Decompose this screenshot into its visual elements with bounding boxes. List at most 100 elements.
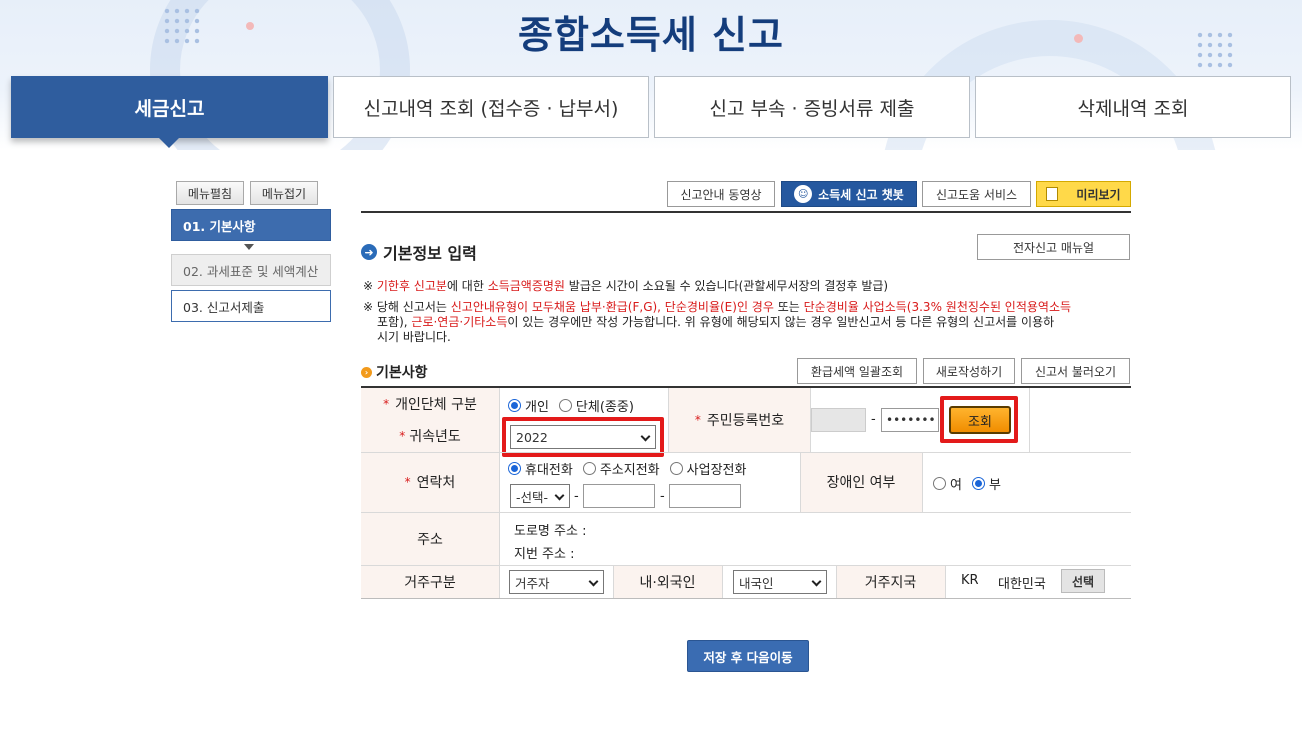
new-form-button[interactable]: 새로작성하기 xyxy=(923,358,1015,384)
rrn-label: 주민등록번호 xyxy=(706,413,785,429)
lot-address: 지번 주소 : xyxy=(514,547,575,562)
radio-selected-icon xyxy=(508,461,521,475)
country-label-cell: 거주지국 xyxy=(836,565,945,598)
residence-select[interactable]: 거주자 xyxy=(509,570,604,594)
chatbot-label: 소득세 신고 챗봇 xyxy=(818,187,904,202)
disabled-option-yes[interactable]: 여 xyxy=(933,474,962,493)
help-service-button[interactable]: 신고도움 서비스 xyxy=(922,181,1031,207)
guide-video-button[interactable]: 신고안내 동영상 xyxy=(667,181,775,207)
option-label: 개인 xyxy=(525,399,549,415)
disabled-label-cell: 장애인 여부 xyxy=(800,452,922,512)
address-label: 주소 xyxy=(417,531,443,548)
notice-highlight: 기한후 신고분 xyxy=(376,279,447,293)
required-mark: * xyxy=(694,413,701,427)
contact-option-business[interactable]: 사업장전화 xyxy=(669,459,747,478)
rrn-back-input[interactable]: ••••••• xyxy=(881,408,939,432)
residence-label-cell: 거주구분 xyxy=(361,565,499,598)
step-submit[interactable]: 03. 신고서제출 xyxy=(171,290,331,322)
radio-selected-icon xyxy=(508,398,521,412)
document-icon xyxy=(1046,187,1059,201)
type-label: 개인단체 구분 xyxy=(395,397,477,413)
menu-collapse-button[interactable]: 메뉴접기 xyxy=(250,181,318,205)
notice-text: ※ xyxy=(363,279,377,293)
tab-tax-filing[interactable]: 세금신고 xyxy=(11,76,328,138)
notice-eligibility: ※ 당해 신고서는 신고안내유형이 모두채움 납부·환급(F,G), 단순경비율… xyxy=(363,300,1133,345)
chevron-down-icon xyxy=(554,490,565,501)
preview-button[interactable]: 미리보기 xyxy=(1036,181,1131,207)
col-divider xyxy=(499,388,500,598)
option-label: 휴대전화 xyxy=(525,462,573,478)
step-basic-info[interactable]: 01. 기본사항 xyxy=(171,209,331,241)
notice-highlight: (3.3% 원천징수된 인적용역소득 xyxy=(906,300,1072,314)
residence-label: 거주구분 xyxy=(404,574,456,591)
col-divider xyxy=(945,565,946,598)
phone-middle-input[interactable] xyxy=(583,484,655,508)
rrn-dash: - xyxy=(871,412,876,427)
year-label-cell: * 귀속년도 xyxy=(361,420,499,452)
tab-filing-history[interactable]: 신고내역 조회 (접수증 · 납부서) xyxy=(333,76,649,138)
option-label: 부 xyxy=(988,477,1001,493)
active-tab-pointer xyxy=(159,138,179,148)
highlight-box xyxy=(502,417,664,457)
save-next-button[interactable]: 저장 후 다음이동 xyxy=(687,640,809,672)
bullet-icon: › xyxy=(361,366,372,378)
country-select-button[interactable]: 선택 xyxy=(1061,569,1105,593)
col-divider xyxy=(836,565,837,598)
phone-dash: - xyxy=(660,489,665,504)
phone-last-input[interactable] xyxy=(669,484,741,508)
nationality-select[interactable]: 내국인 xyxy=(733,570,827,594)
section-title: 기본정보 입력 xyxy=(383,244,477,263)
chatbot-button[interactable]: ☺ 소득세 신고 챗봇 xyxy=(781,181,917,207)
type-radio-group: 개인 단체(종중) xyxy=(508,396,644,415)
menu-expand-button[interactable]: 메뉴펼침 xyxy=(176,181,244,205)
rrn-label-cell: * 주민등록번호 xyxy=(669,388,810,452)
notice-text: 또는 xyxy=(773,300,804,314)
contact-option-home[interactable]: 주소지전화 xyxy=(582,459,660,478)
basic-heading: › 기본사항 xyxy=(361,362,428,382)
contact-label: 연락처 xyxy=(416,475,456,491)
phone-prefix-select[interactable]: -선택- xyxy=(510,484,570,508)
country-name: 대한민국 xyxy=(998,577,1046,592)
rrn-front-input[interactable] xyxy=(811,408,866,432)
tab-attachments[interactable]: 신고 부속 · 증빙서류 제출 xyxy=(654,76,970,138)
residence-value: 거주자 xyxy=(515,575,550,591)
step-tax-calculation[interactable]: 02. 과세표준 및 세액계산 xyxy=(171,254,331,286)
e-filing-manual-button[interactable]: 전자신고 매뉴얼 xyxy=(977,234,1130,260)
col-divider xyxy=(1029,388,1030,452)
type-option-group[interactable]: 단체(종중) xyxy=(558,396,634,415)
notice-highlight: 신고안내유형이 모두채움 납부·환급(F,G), 단순경비율(E)인 경우 xyxy=(450,300,774,314)
section-heading: ➜ 기본정보 입력 xyxy=(361,240,477,264)
row-divider xyxy=(361,565,1131,566)
year-label: 귀속년도 xyxy=(409,429,461,445)
option-label: 여 xyxy=(950,477,962,493)
disabled-label: 장애인 여부 xyxy=(826,475,896,491)
option-label: 사업장전화 xyxy=(686,462,747,478)
notice-text: 시기 바랍니다. xyxy=(377,330,451,344)
contact-option-mobile[interactable]: 휴대전화 xyxy=(508,459,573,478)
notice-text: ※ 당해 신고서는 xyxy=(363,300,451,314)
tab-deleted-history[interactable]: 삭제내역 조회 xyxy=(975,76,1291,138)
chatbot-icon: ☺ xyxy=(794,185,813,203)
type-label-cell: * 개인단체 구분 xyxy=(361,388,499,420)
step-arrow-icon xyxy=(244,244,254,250)
type-option-individual[interactable]: 개인 xyxy=(508,396,549,415)
col-divider xyxy=(668,388,669,452)
country-code: KR xyxy=(961,573,979,588)
radio-icon xyxy=(558,398,572,412)
nationality-label-cell: 내·외국인 xyxy=(613,565,722,598)
notice-text: 이 있는 경우에만 작성 가능합니다. 위 유형에 해당되지 않는 경우 일반신… xyxy=(507,315,1055,329)
col-divider xyxy=(722,565,723,598)
load-form-button[interactable]: 신고서 불러오기 xyxy=(1021,358,1130,384)
notice-highlight: 근로·연금·기타소득 xyxy=(411,315,508,329)
arrow-circle-icon: ➜ xyxy=(361,244,377,260)
phone-prefix-value: -선택- xyxy=(516,489,549,505)
refund-lookup-button[interactable]: 환급세액 일괄조회 xyxy=(797,358,917,384)
col-divider xyxy=(810,388,811,452)
address-label-cell: 주소 xyxy=(361,512,499,565)
required-mark: * xyxy=(404,475,411,489)
row-divider xyxy=(361,512,1131,513)
preview-label: 미리보기 xyxy=(1076,187,1121,202)
main-tabs: 세금신고 신고내역 조회 (접수증 · 납부서) 신고 부속 · 증빙서류 제출… xyxy=(0,76,1302,146)
required-mark: * xyxy=(399,429,406,443)
disabled-option-no[interactable]: 부 xyxy=(971,474,1001,493)
